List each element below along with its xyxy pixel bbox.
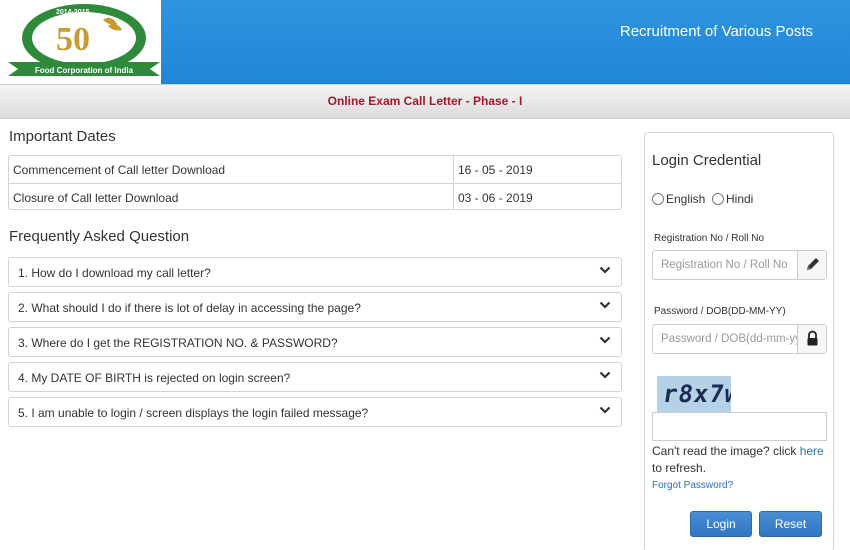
password-addon (797, 325, 826, 353)
captcha-text: r8x7w (661, 380, 731, 408)
registration-label: Registration No / Roll No (654, 233, 765, 244)
logo-container: 50 2014-2015 Food Corporation of India (0, 0, 161, 84)
chevron-down-icon (599, 301, 611, 309)
password-input[interactable] (653, 325, 798, 353)
svg-text:2014-2015: 2014-2015 (56, 9, 90, 16)
important-dates-heading: Important Dates (9, 128, 116, 145)
chevron-down-icon (599, 336, 611, 344)
help-prefix: Can't read the image? click (652, 444, 800, 458)
svg-text:50: 50 (56, 21, 90, 58)
registration-input[interactable] (653, 251, 798, 279)
date-label: Commencement of Call letter Download (13, 163, 226, 177)
table-row: Closure of Call letter Download 03 - 06 … (9, 183, 621, 210)
language-option-english[interactable]: English (652, 192, 705, 206)
hindi-radio[interactable] (712, 193, 724, 205)
faq-item-5[interactable]: 5. I am unable to login / screen display… (8, 397, 622, 427)
page-title: Online Exam Call Letter - Phase - I (327, 94, 523, 108)
important-dates-table: Commencement of Call letter Download 16 … (8, 155, 622, 210)
registration-input-group (652, 250, 827, 280)
pencil-icon (807, 258, 819, 270)
faq-item-4[interactable]: 4. My DATE OF BIRTH is rejected on login… (8, 362, 622, 392)
fci-50-years-logo: 50 2014-2015 Food Corporation of India (8, 4, 160, 76)
captcha-help-text: Can't read the image? click here to refr… (652, 443, 830, 477)
login-button[interactable]: Login (690, 511, 752, 537)
password-input-group (652, 324, 827, 354)
refresh-captcha-link[interactable]: here (800, 444, 824, 458)
help-suffix: to refresh. (652, 461, 707, 475)
registration-addon (797, 251, 826, 279)
date-label: Closure of Call letter Download (13, 191, 179, 205)
date-value: 03 - 06 - 2019 (453, 184, 621, 210)
login-panel: Login Credential English Hindi Registrat… (644, 132, 834, 550)
forgot-password-link[interactable]: Forgot Password? (652, 480, 733, 491)
faq-question: 3. Where do I get the REGISTRATION NO. &… (18, 336, 338, 350)
subheader-bar: Online Exam Call Letter - Phase - I (0, 84, 850, 119)
faq-item-2[interactable]: 2. What should I do if there is lot of d… (8, 292, 622, 322)
table-row: Commencement of Call letter Download 16 … (9, 156, 621, 183)
captcha-input[interactable] (652, 412, 827, 441)
faq-question: 5. I am unable to login / screen display… (18, 406, 369, 420)
reset-button[interactable]: Reset (759, 511, 822, 537)
radio-label: English (666, 192, 706, 206)
english-radio[interactable] (652, 193, 664, 205)
chevron-down-icon (599, 266, 611, 274)
language-option-hindi[interactable]: Hindi (712, 192, 753, 206)
site-title: Recruitment of Various Posts (619, 23, 813, 40)
chevron-down-icon (599, 406, 611, 414)
faq-question: 2. What should I do if there is lot of d… (18, 301, 361, 315)
faq-question: 1. How do I download my call letter? (18, 266, 211, 280)
faq-question: 4. My DATE OF BIRTH is rejected on login… (18, 371, 291, 385)
svg-text:Food Corporation of India: Food Corporation of India (35, 66, 134, 75)
radio-label: Hindi (726, 192, 754, 206)
lock-icon (807, 330, 818, 346)
login-title: Login Credential (652, 152, 762, 169)
top-header: 50 2014-2015 Food Corporation of India R… (0, 0, 850, 84)
captcha-image: r8x7w (657, 376, 731, 412)
password-label: Password / DOB(DD-MM-YY) (654, 306, 786, 317)
faq-item-3[interactable]: 3. Where do I get the REGISTRATION NO. &… (8, 327, 622, 357)
chevron-down-icon (599, 371, 611, 379)
date-value: 16 - 05 - 2019 (453, 156, 621, 182)
faq-item-1[interactable]: 1. How do I download my call letter? (8, 257, 622, 287)
faq-heading: Frequently Asked Question (9, 228, 190, 245)
